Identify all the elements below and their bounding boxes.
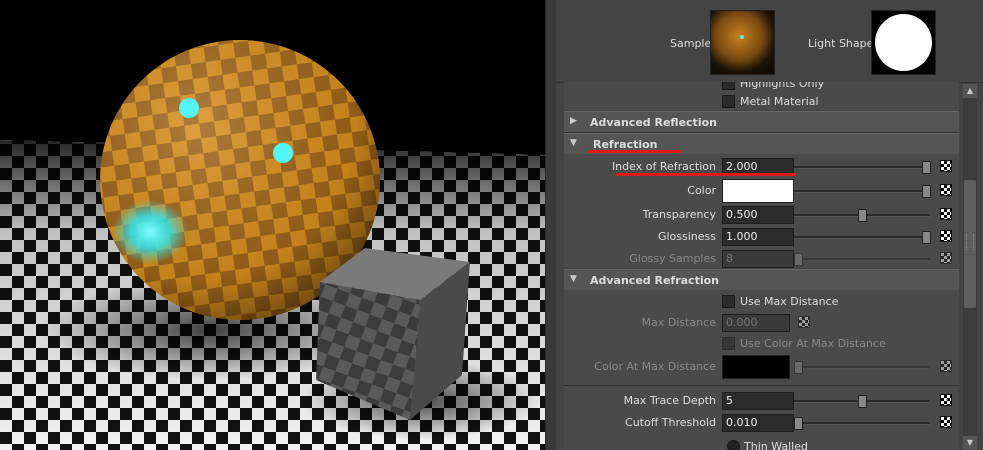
color-at-max-slider: [794, 361, 930, 374]
transparency-field[interactable]: 0.500: [722, 206, 794, 224]
max-distance-label: Max Distance: [641, 316, 716, 329]
highlights-only-checkbox[interactable]: [722, 82, 735, 90]
use-color-at-max-row: Use Color At Max Distance: [564, 333, 959, 355]
metal-material-row: Metal Material: [564, 91, 959, 113]
scroll-up-icon[interactable]: ▲: [963, 84, 977, 98]
color-at-max-swatch: [722, 355, 790, 379]
attribute-scroll-area: Highlights Only Metal Material ▶ Advance…: [564, 82, 959, 450]
slider-knob: [794, 361, 803, 374]
glossy-samples-row: Glossy Samples 8: [564, 248, 959, 270]
expanded-arrow-icon: ▼: [570, 274, 577, 284]
transparency-slider[interactable]: [794, 209, 930, 222]
max-trace-depth-label: Max Trace Depth: [623, 394, 716, 407]
slider-knob[interactable]: [922, 231, 931, 244]
ior-label: Index of Refraction: [611, 160, 716, 173]
use-max-distance-row: Use Max Distance: [564, 291, 959, 313]
scroll-down-icon[interactable]: ▼: [963, 436, 977, 450]
slider-knob[interactable]: [858, 395, 867, 408]
section-advanced-reflection[interactable]: ▶ Advanced Reflection: [564, 111, 959, 133]
section-title: Advanced Refraction: [590, 274, 719, 287]
sample-label: Sample: [670, 37, 712, 50]
annotation-underline: [616, 173, 796, 176]
checker-map-icon[interactable]: [940, 208, 952, 220]
light-shape-disc: [875, 14, 932, 71]
transparency-label: Transparency: [642, 208, 716, 221]
checker-map-icon: [798, 316, 810, 328]
max-distance-field: 0.000: [722, 314, 790, 332]
glossiness-row: Glossiness 1.000: [564, 226, 959, 248]
metal-material-checkbox[interactable]: [722, 95, 735, 108]
color-at-max-distance-row: Color At Max Distance: [564, 355, 959, 379]
color-at-max-label: Color At Max Distance: [594, 360, 716, 373]
max-trace-depth-field[interactable]: 5: [722, 392, 794, 410]
slider-knob[interactable]: [922, 185, 931, 198]
light-shape-label: Light Shape: [808, 37, 874, 50]
highlights-only-label: Highlights Only: [740, 82, 825, 90]
glossy-samples-field: 8: [722, 250, 794, 268]
glossiness-field[interactable]: 1.000: [722, 228, 794, 246]
color-swatch[interactable]: [722, 179, 794, 203]
use-max-distance-checkbox[interactable]: [722, 295, 735, 308]
ior-slider[interactable]: [794, 161, 931, 174]
checker-map-icon: [940, 360, 952, 372]
collapsed-arrow-icon: ▶: [570, 116, 577, 126]
section-advanced-refraction[interactable]: ▼ Advanced Refraction: [564, 269, 959, 291]
checker-map-icon[interactable]: [940, 160, 952, 172]
checker-map-icon: [940, 252, 952, 264]
thin-walled-row: Thin Walled: [564, 436, 959, 450]
panel-splitter[interactable]: [545, 0, 556, 450]
max-distance-row: Max Distance 0.000: [564, 312, 959, 334]
use-max-distance-label: Use Max Distance: [740, 295, 839, 308]
cutoff-threshold-row: Cutoff Threshold 0.010: [564, 412, 959, 434]
vertical-scrollbar[interactable]: ▲ ▼: [963, 84, 977, 450]
transparency-row: Transparency 0.500: [564, 204, 959, 226]
glossy-samples-slider: [794, 253, 930, 266]
color-label: Color: [687, 184, 716, 197]
checker-map-icon[interactable]: [940, 394, 952, 406]
checker-map-icon[interactable]: [940, 184, 952, 196]
sample-highlight: [740, 35, 744, 39]
use-color-at-max-label: Use Color At Max Distance: [740, 337, 886, 350]
render-view: [0, 0, 545, 450]
sample-swatch[interactable]: [710, 10, 775, 75]
cutoff-threshold-field[interactable]: 0.010: [722, 414, 794, 432]
slider-knob: [794, 253, 803, 266]
slider-knob[interactable]: [922, 161, 931, 174]
render-image: [0, 0, 545, 450]
use-color-at-max-checkbox: [722, 337, 735, 350]
glossiness-slider[interactable]: [794, 231, 931, 244]
max-trace-depth-slider[interactable]: [794, 395, 930, 408]
metal-material-label: Metal Material: [740, 95, 819, 108]
cutoff-threshold-slider[interactable]: [794, 417, 930, 430]
highlight-spot: [179, 98, 199, 118]
thin-walled-label: Thin Walled: [744, 440, 808, 450]
glossiness-label: Glossiness: [657, 230, 716, 243]
slider-knob[interactable]: [858, 209, 867, 222]
expanded-arrow-icon: ▼: [570, 138, 577, 148]
checker-map-icon[interactable]: [940, 230, 952, 242]
light-shape-swatch[interactable]: [871, 10, 936, 75]
annotation-underline: [587, 150, 681, 153]
highlight-spot: [273, 143, 293, 163]
grip-icon: [966, 234, 974, 250]
cutoff-threshold-label: Cutoff Threshold: [625, 416, 716, 429]
section-title: Advanced Reflection: [590, 116, 717, 129]
color-slider[interactable]: [794, 185, 931, 198]
thin-walled-checkbox[interactable]: [727, 440, 740, 450]
refraction-color-row: Color: [564, 179, 959, 203]
swatch-area: Sample Light Shape: [556, 0, 983, 83]
attribute-editor-panel: Sample Light Shape Highlights Only Metal…: [556, 0, 983, 450]
cyan-reflection: [112, 200, 188, 264]
checker-map-icon[interactable]: [940, 416, 952, 428]
slider-knob[interactable]: [794, 417, 803, 430]
max-trace-depth-row: Max Trace Depth 5: [564, 390, 959, 412]
glossy-samples-label: Glossy Samples: [629, 252, 716, 265]
